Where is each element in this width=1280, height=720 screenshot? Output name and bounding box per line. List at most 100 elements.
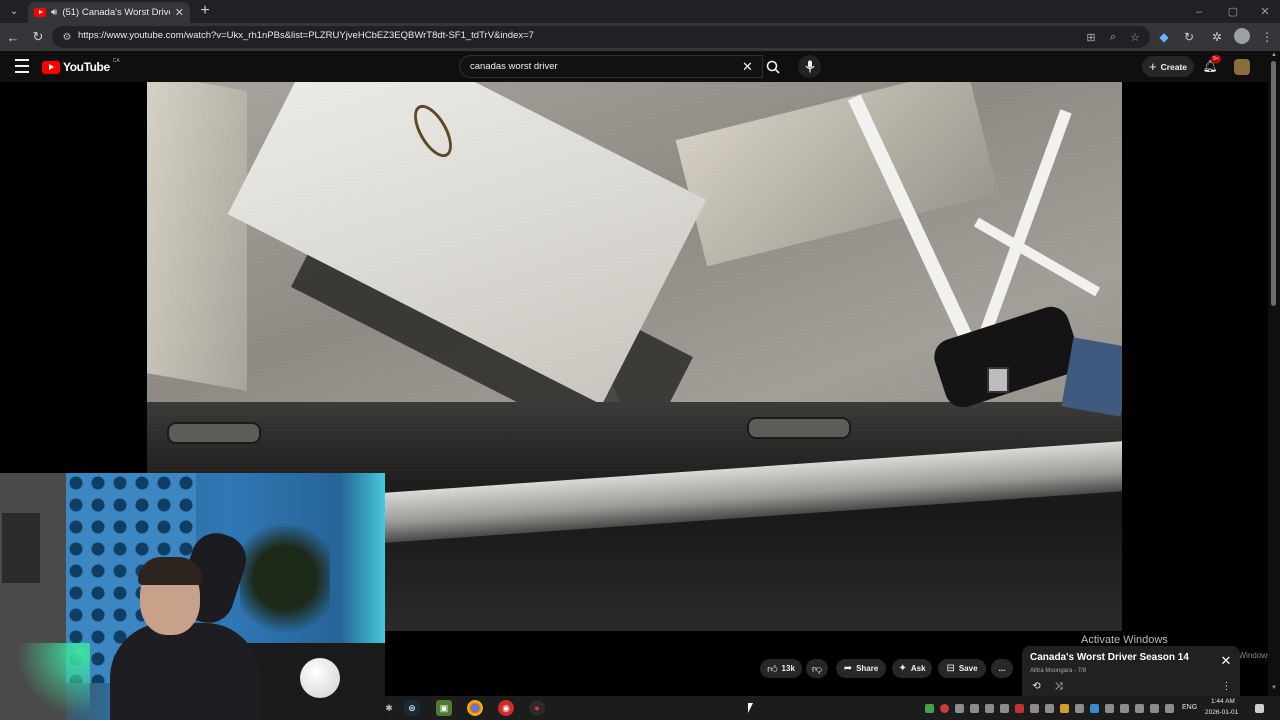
- tray-icon[interactable]: [1075, 704, 1084, 713]
- bookmark-star-icon[interactable]: ☆: [1128, 30, 1142, 44]
- tray-icon[interactable]: [1105, 704, 1114, 713]
- maximize-button[interactable]: ▢: [1216, 0, 1250, 23]
- video-frame-barrier: [147, 82, 247, 391]
- back-button[interactable]: ←: [4, 28, 22, 46]
- thumbs-up-icon: 👍︎: [767, 663, 778, 675]
- tray-icon[interactable]: [1000, 704, 1009, 713]
- speaker-icon[interactable]: 🔊︎: [51, 7, 57, 18]
- notifications-button[interactable]: 🔔︎ 9+: [1202, 55, 1221, 74]
- tray-icon[interactable]: [1135, 704, 1144, 713]
- extensions-puzzle-icon[interactable]: ✲: [1208, 28, 1226, 46]
- like-button[interactable]: 👍︎ 13k: [760, 659, 802, 678]
- webcam-poster: [2, 513, 40, 583]
- webcam-ball: [300, 658, 340, 698]
- loop-icon[interactable]: ⟲: [1030, 680, 1043, 693]
- youtube-masthead: YouTube CA ✕ + Create 🔔︎ 9+: [0, 51, 1280, 82]
- tab-title: (51) Canada's Worst Driver S: [62, 7, 169, 18]
- share-label: Share: [856, 664, 879, 673]
- webcam-person-body: [110, 623, 260, 720]
- ask-label: Ask: [910, 664, 926, 673]
- taskbar-app-icon[interactable]: ✱: [381, 700, 397, 716]
- profile-avatar[interactable]: [1234, 28, 1250, 44]
- app-record-icon[interactable]: ●: [529, 700, 545, 716]
- shuffle-icon[interactable]: ⤨: [1052, 680, 1065, 693]
- scroll-up-icon[interactable]: ▲: [1270, 52, 1278, 60]
- logo-wordmark: YouTube: [63, 60, 110, 74]
- voice-search-button[interactable]: [798, 55, 821, 78]
- tray-icon[interactable]: [985, 704, 994, 713]
- tray-icon[interactable]: [970, 704, 979, 713]
- url-text[interactable]: https://www.youtube.com/watch?v=Ukx_rh1n…: [78, 30, 534, 41]
- webcam-overlay: [0, 473, 385, 720]
- video-frame-handle: [167, 422, 261, 444]
- playlist-panel: Canada's Worst Driver Season 14 Alltra M…: [1022, 646, 1240, 696]
- browser-tab[interactable]: 🔊︎ (51) Canada's Worst Driver S ✕: [28, 2, 190, 23]
- dislike-button[interactable]: 👎︎: [806, 659, 828, 678]
- clock-time[interactable]: 1:44 AM: [1211, 698, 1235, 705]
- scroll-down-icon[interactable]: ▼: [1270, 685, 1278, 693]
- minecraft-icon[interactable]: ▣: [436, 700, 452, 716]
- tray-icon[interactable]: [955, 704, 964, 713]
- extension-refresh-icon[interactable]: ↻: [1180, 28, 1198, 46]
- scrollbar-thumb[interactable]: [1271, 61, 1276, 306]
- tray-icon[interactable]: [1030, 704, 1039, 713]
- tray-icon[interactable]: [1090, 704, 1099, 713]
- minimize-button[interactable]: –: [1182, 0, 1216, 23]
- hamburger-menu-icon[interactable]: [15, 59, 29, 73]
- search-button[interactable]: [761, 55, 785, 78]
- tray-icon[interactable]: [1060, 704, 1069, 713]
- playlist-title[interactable]: Canada's Worst Driver Season 14: [1030, 652, 1189, 663]
- extension-icon[interactable]: ◆: [1155, 28, 1173, 46]
- webcam-green-light: [0, 643, 90, 720]
- country-code: CA: [112, 58, 120, 64]
- chrome-icon[interactable]: [467, 700, 483, 716]
- sparkle-icon: ✦: [898, 663, 907, 674]
- playlist-subtitle[interactable]: Alltra Moongara - 7/8: [1030, 668, 1086, 674]
- search-box: ✕: [459, 55, 763, 78]
- mouse-cursor-icon: [748, 703, 753, 713]
- plus-icon: +: [1148, 59, 1157, 74]
- video-frame-camera: [987, 367, 1009, 393]
- save-playlist-icon: ⊟: [946, 663, 955, 674]
- create-button[interactable]: + Create: [1142, 56, 1194, 77]
- more-actions-button[interactable]: ...: [991, 659, 1013, 678]
- ask-button[interactable]: ✦ Ask: [892, 659, 932, 678]
- playlist-more-icon[interactable]: ⋮: [1220, 680, 1233, 693]
- tray-icon[interactable]: [1015, 704, 1024, 713]
- tab-close-icon[interactable]: ✕: [175, 6, 184, 19]
- zoom-icon[interactable]: ⌕: [1106, 30, 1120, 44]
- app-red-icon[interactable]: ◉: [498, 700, 514, 716]
- tray-icon-red[interactable]: [940, 704, 949, 713]
- volume-icon[interactable]: [1165, 704, 1174, 713]
- browser-tab-strip: ⌄ 🔊︎ (51) Canada's Worst Driver S ✕ + – …: [0, 0, 1280, 23]
- reload-button[interactable]: ↻: [29, 28, 47, 46]
- clock-date[interactable]: 2026-01-01: [1205, 709, 1238, 716]
- site-info-icon[interactable]: ⚙: [60, 30, 74, 44]
- youtube-play-icon: [42, 60, 60, 74]
- browser-menu-icon[interactable]: ⋮: [1258, 28, 1276, 46]
- language-indicator[interactable]: ENG: [1182, 704, 1197, 711]
- network-icon[interactable]: [1150, 704, 1159, 713]
- steam-icon[interactable]: ⊛: [404, 700, 420, 716]
- tray-icon[interactable]: [1120, 704, 1129, 713]
- activate-windows-title: Activate Windows: [1081, 634, 1168, 646]
- tray-icon[interactable]: [1045, 704, 1054, 713]
- app-install-icon[interactable]: ⊞: [1084, 30, 1098, 44]
- more-icon: ...: [998, 664, 1006, 673]
- youtube-logo[interactable]: YouTube CA: [42, 58, 120, 74]
- share-button[interactable]: ➦ Share: [836, 659, 886, 678]
- video-frame-person-arm: [1061, 337, 1122, 417]
- youtube-favicon-icon: [34, 8, 46, 17]
- close-window-button[interactable]: ✕: [1248, 0, 1280, 23]
- new-tab-button[interactable]: +: [197, 1, 213, 21]
- search-input[interactable]: [470, 59, 730, 74]
- account-avatar[interactable]: [1234, 59, 1250, 75]
- save-button[interactable]: ⊟ Save: [938, 659, 986, 678]
- clear-search-icon[interactable]: ✕: [740, 59, 755, 74]
- address-bar[interactable]: ⚙ https://www.youtube.com/watch?v=Ukx_rh…: [52, 26, 1150, 48]
- page-scrollbar[interactable]: ▲ ▼: [1268, 51, 1280, 696]
- playlist-close-icon[interactable]: ✕: [1220, 653, 1232, 668]
- tray-icon-green[interactable]: [925, 704, 934, 713]
- tab-search-icon[interactable]: ⌄: [4, 2, 24, 20]
- notification-center-icon[interactable]: [1255, 704, 1264, 713]
